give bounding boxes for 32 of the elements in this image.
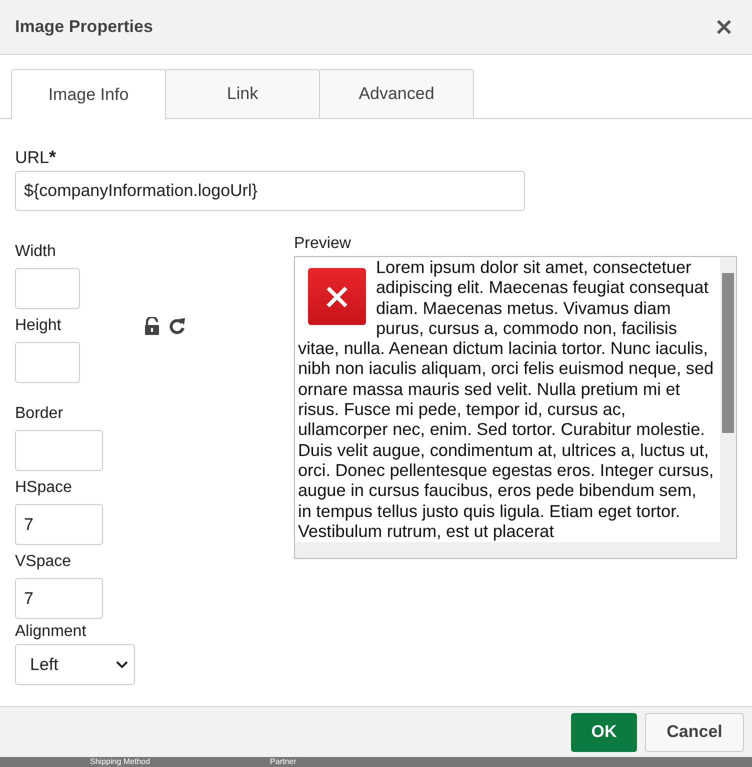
input-field[interactable]: [15, 268, 80, 309]
chevron-icon: [116, 660, 128, 668]
tab[interactable]: Image Info: [11, 69, 166, 120]
preview-text: vitae, nulla. Aenean dictum lacinia tortor. Nunc iaculis, nibh non iaculis aliquam, orci felis euismod neque, sed ornare massa mauris sed velit. Nulla pretium mi et risus. Fusce mi pede, tempor id, cursus ac, ullamcorper nec, enim. Sed tortor. Curabitur molestie. Duis velit augue, condimentum at, ultrices a, luctus ut, orci. Donec pellentesque egestas eros. Integer cursus, augue in cursus faucibus, eros pede bibendum sem, in tempus tellus justo quis ligula. Etiam eget tortor. Vestibulum rutrum, est ut placerat: [298, 338, 714, 542]
ok-button[interactable]: OK: [571, 712, 637, 752]
column-header: Shipping Method: [90, 757, 150, 767]
preview-label: Preview: [294, 235, 352, 253]
close-icon[interactable]: [716, 19, 732, 35]
cancel-button[interactable]: Cancel: [645, 712, 744, 752]
refresh-icon[interactable]: [168, 317, 186, 335]
field-label: Width: [15, 243, 56, 261]
lock-icon[interactable]: [144, 317, 160, 335]
field-label: HSpace: [15, 479, 72, 497]
vertical-scrollbar[interactable]: [720, 257, 736, 542]
input-field[interactable]: 7: [15, 578, 103, 619]
field-label: Alignment: [15, 623, 88, 641]
column-header: Partner: [270, 757, 296, 767]
url-field[interactable]: ${companyInformation.logoUrl}: [15, 171, 525, 211]
input-field[interactable]: [15, 430, 103, 471]
alignment-dropdown[interactable]: Left: [15, 644, 135, 685]
field-label: VSpace: [15, 553, 72, 571]
input-field[interactable]: 7: [15, 504, 103, 545]
preview-text: Lorem ipsum dolor sit amet, consectetuer adipiscing elit. Maecenas feugiat consequat diam. Maecenas metus. Vivamus diam purus, cursus a, commodo non, facilisis: [376, 257, 710, 338]
broken-image-icon: [308, 268, 366, 325]
tab[interactable]: Advanced: [319, 69, 474, 119]
window-title: Image Properties: [15, 17, 153, 37]
input-field[interactable]: [15, 342, 80, 383]
field-label: Border: [15, 405, 64, 423]
field-label: Height: [15, 317, 62, 335]
horizontal-scrollbar[interactable]: [295, 542, 736, 558]
tab[interactable]: Link: [165, 69, 320, 119]
url-label: URL*: [15, 148, 56, 167]
